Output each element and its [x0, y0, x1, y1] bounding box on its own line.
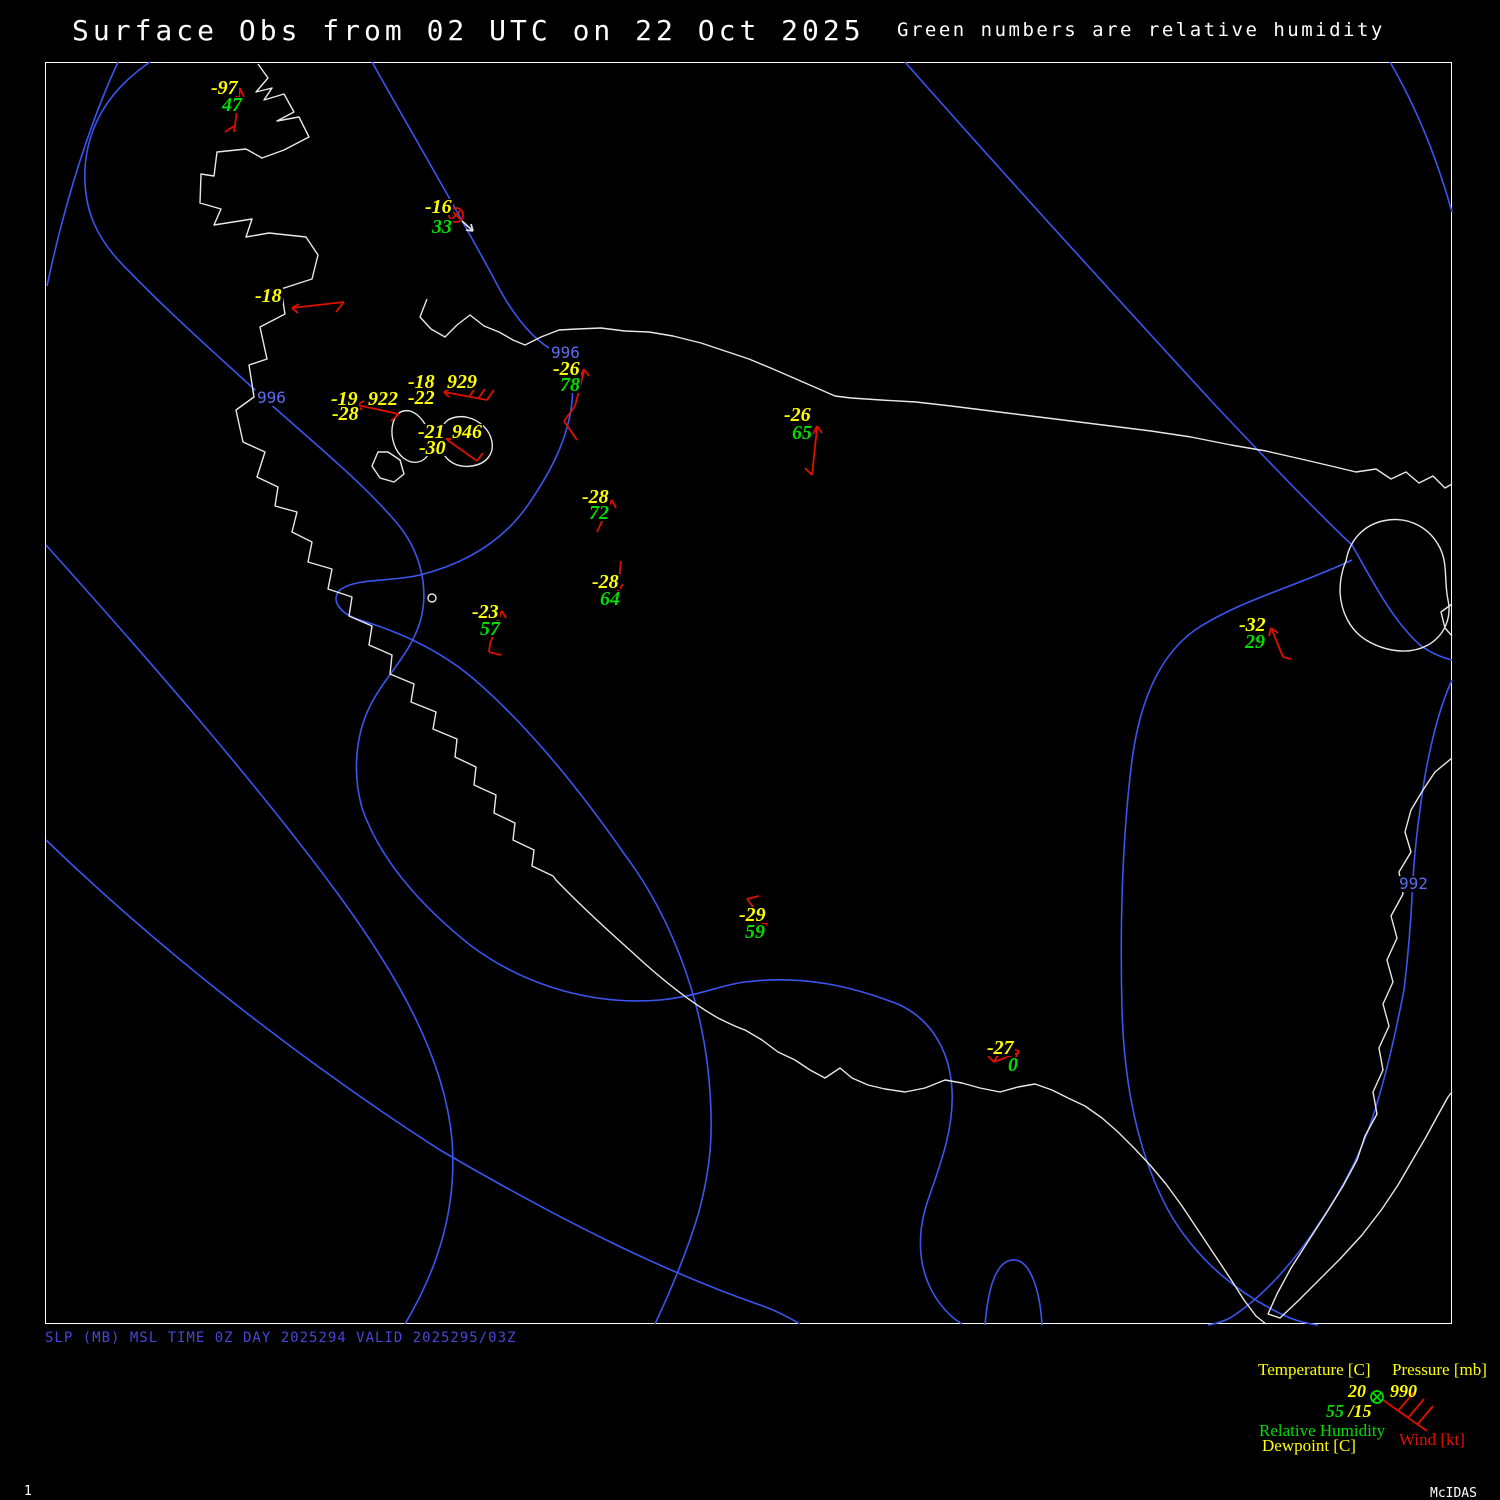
coast-antarctic-peninsula [199, 63, 1267, 1325]
station--97-wind-barb [224, 125, 235, 133]
legend-wind-barb [1407, 1398, 1425, 1419]
legend-wind-barb [1416, 1405, 1434, 1426]
station--27-0-value-1: 0 [1007, 1054, 1019, 1076]
legend-pressure-label: Pressure [mb] [1392, 1360, 1487, 1379]
isobar-group [45, 61, 1453, 1326]
coastline-group [199, 63, 1453, 1325]
isobar-bottom-loop [984, 1259, 1043, 1326]
isobar-996-right [335, 61, 712, 1325]
station-922-value-2: -28 [331, 403, 360, 425]
station--23-57-wind-barb [488, 643, 491, 653]
legend-pressure-value: 990 [1390, 1381, 1417, 1401]
legend-rh-dew-values: 55 /15 [1326, 1401, 1372, 1421]
station--97-value-1: 47 [221, 94, 243, 116]
legend-wind-label: Wind [kt] [1399, 1430, 1465, 1449]
station--26-65-value-1: 65 [791, 422, 813, 444]
isobar-bottom-left-sweep [45, 839, 801, 1325]
station--18-a-wind-barb [291, 301, 345, 309]
coast-island-c [371, 451, 405, 483]
station-946-value-2: -30 [418, 437, 447, 459]
station-929-wind-barb [486, 389, 495, 401]
station-922-wind-barb [390, 413, 400, 422]
status-line: SLP (MB) MSL TIME 0Z DAY 2025294 VALID 2… [45, 1330, 517, 1346]
station-929-wind-barb [477, 388, 486, 400]
station--23-57-wind-barb [501, 610, 507, 619]
station-929-value-2: -22 [407, 387, 436, 409]
station--28-64-value-1: 64 [599, 588, 621, 610]
isobar-992 [1207, 679, 1453, 1326]
map-canvas [45, 61, 1453, 1432]
isobar-label-992-2: 992 [1397, 874, 1430, 893]
station--23-57-value-1: 57 [479, 618, 501, 640]
station--29-59-wind-barb [746, 895, 760, 900]
station--26-65-wind-barb [816, 425, 823, 434]
station-929-value-1: 929 [446, 371, 478, 393]
legend-dewpoint-label: Dewpoint [C] [1262, 1436, 1356, 1455]
mcidas-brand: McIDAS [1430, 1486, 1477, 1500]
station-946-value-1: 946 [451, 421, 483, 443]
station--18-a-value-0: -18 [254, 285, 283, 307]
station--26-78-value-1: 78 [559, 374, 581, 396]
station--26-65-value-0: -26 [783, 404, 812, 426]
legend-temperature-label: Temperature [C] [1258, 1360, 1371, 1379]
station-922-value-1: 922 [367, 388, 399, 410]
wind-barb-group [224, 87, 1434, 1432]
isobar-top-right-arc [904, 61, 1453, 661]
coast-east-promontory [1267, 757, 1453, 1319]
station--32-29-wind-barb [1282, 656, 1292, 660]
isobar-996-left [84, 61, 963, 1325]
isobar-top-left-arc [46, 61, 119, 287]
station-946-wind-barb [476, 452, 484, 462]
coast-big-island-ne [1339, 518, 1450, 652]
station--26-78-wind-barb [583, 368, 590, 377]
isobar-top-right-corner [1389, 61, 1453, 213]
station--23-57-wind-barb [488, 651, 502, 656]
station--32-29-value-1: 29 [1244, 631, 1266, 653]
station--18-a-wind-barb [291, 307, 299, 314]
frame-number: 1 [24, 1484, 32, 1499]
coast-islet [427, 593, 437, 603]
station--32-29-wind-barb [1271, 629, 1284, 658]
isobar-label-996-0: 996 [255, 388, 288, 407]
station--28-72-value-1: 72 [588, 502, 610, 524]
legend-dew-value: /15 [1344, 1401, 1372, 1421]
station--26-65-wind-barb [804, 467, 813, 476]
isobar-label-996-1: 996 [549, 343, 582, 362]
isobar-inner-right [1120, 559, 1353, 1326]
mcidas-weather-map-screen: Surface Obs from 02 UTC on 22 Oct 2025 G… [0, 0, 1500, 1500]
station--28-72-wind-barb [611, 499, 617, 509]
station--16-value-0: -16 [424, 196, 453, 218]
legend-rh-value: 55 [1326, 1401, 1344, 1421]
legend-temp-value: 20 [1348, 1381, 1366, 1401]
station--29-59-value-1: 59 [744, 921, 766, 943]
station--32-29-wind-barb [1268, 627, 1272, 637]
station--16-value-1: 33 [431, 216, 453, 238]
